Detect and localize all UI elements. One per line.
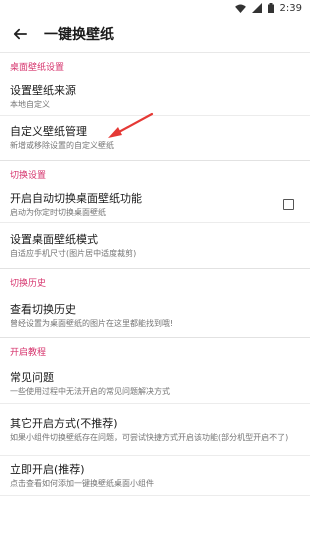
pref-custom-wallpaper-manage[interactable]: 自定义壁纸管理 新增或移除设置的自定义壁纸 xyxy=(0,116,310,161)
section-wallpaper-settings: 桌面壁纸设置 设置壁纸来源 本地自定义 自定义壁纸管理 新增或移除设置的自定义壁… xyxy=(0,53,310,161)
page-title: 一键换壁纸 xyxy=(44,27,114,43)
signal-icon xyxy=(251,3,262,13)
pref-other-methods[interactable]: 其它开启方式(不推荐) 如果小组件切换壁纸存在问题，可尝试快捷方式开启该功能(部… xyxy=(0,404,310,456)
pref-summary: 本地自定义 xyxy=(10,100,50,109)
pref-title: 自定义壁纸管理 xyxy=(10,125,87,138)
pref-title: 其它开启方式(不推荐) xyxy=(10,416,118,430)
pref-title: 立即开启(推荐) xyxy=(10,462,85,476)
pref-summary: 点击查看如何添加一键换壁纸桌面小组件 xyxy=(10,478,154,488)
pref-summary: 自适应手机尺寸(图片居中适度裁剪) xyxy=(10,248,137,258)
pref-summary: 启动为你定时切换桌面壁纸 xyxy=(10,207,106,217)
app-bar: 一键换壁纸 xyxy=(0,16,310,52)
pref-summary: 曾经设置为桌面壁纸的图片在这里都能找到哦! xyxy=(10,319,174,328)
section-header: 桌面壁纸设置 xyxy=(10,62,65,73)
battery-icon xyxy=(267,3,274,13)
section-switch-history: 切换历史 查看切换历史 曾经设置为桌面壁纸的图片在这里都能找到哦! xyxy=(0,269,310,338)
section-tutorial: 开启教程 常见问题 一些使用过程中无法开启的常见问题解决方式 其它开启方式(不推… xyxy=(0,338,310,496)
pref-faq[interactable]: 常见问题 一些使用过程中无法开启的常见问题解决方式 xyxy=(0,364,310,404)
section-header: 切换设置 xyxy=(10,170,47,181)
status-time: 2:39 xyxy=(279,2,302,14)
status-bar: 2:39 xyxy=(0,0,310,16)
pref-wallpaper-source[interactable]: 设置壁纸来源 本地自定义 xyxy=(0,79,310,116)
pref-summary: 新增或移除设置的自定义壁纸 xyxy=(10,141,114,150)
section-switch-settings: 切换设置 开启自动切换桌面壁纸功能 启动为你定时切换桌面壁纸 设置桌面壁纸模式 … xyxy=(0,161,310,269)
pref-summary: 一些使用过程中无法开启的常见问题解决方式 xyxy=(10,386,170,396)
pref-title: 设置桌面壁纸模式 xyxy=(10,232,98,246)
pref-title: 查看切换历史 xyxy=(10,303,76,316)
pref-summary: 如果小组件切换壁纸存在问题，可尝试快捷方式开启该功能(部分机型开启不了) xyxy=(10,432,289,442)
pref-title: 常见问题 xyxy=(10,370,54,384)
back-arrow-icon[interactable] xyxy=(10,24,30,44)
pref-enable-now[interactable]: 立即开启(推荐) 点击查看如何添加一键换壁纸桌面小组件 xyxy=(0,456,310,496)
pref-title: 设置壁纸来源 xyxy=(10,84,76,97)
pref-view-history[interactable]: 查看切换历史 曾经设置为桌面壁纸的图片在这里都能找到哦! xyxy=(0,295,310,338)
section-header: 切换历史 xyxy=(10,278,47,289)
pref-wallpaper-mode[interactable]: 设置桌面壁纸模式 自适应手机尺寸(图片居中适度裁剪) xyxy=(0,223,310,269)
wifi-icon xyxy=(234,3,246,13)
pref-title: 开启自动切换桌面壁纸功能 xyxy=(10,191,142,205)
section-header: 开启教程 xyxy=(10,347,47,358)
pref-auto-switch[interactable]: 开启自动切换桌面壁纸功能 启动为你定时切换桌面壁纸 xyxy=(0,187,310,223)
auto-switch-checkbox[interactable] xyxy=(283,199,294,210)
